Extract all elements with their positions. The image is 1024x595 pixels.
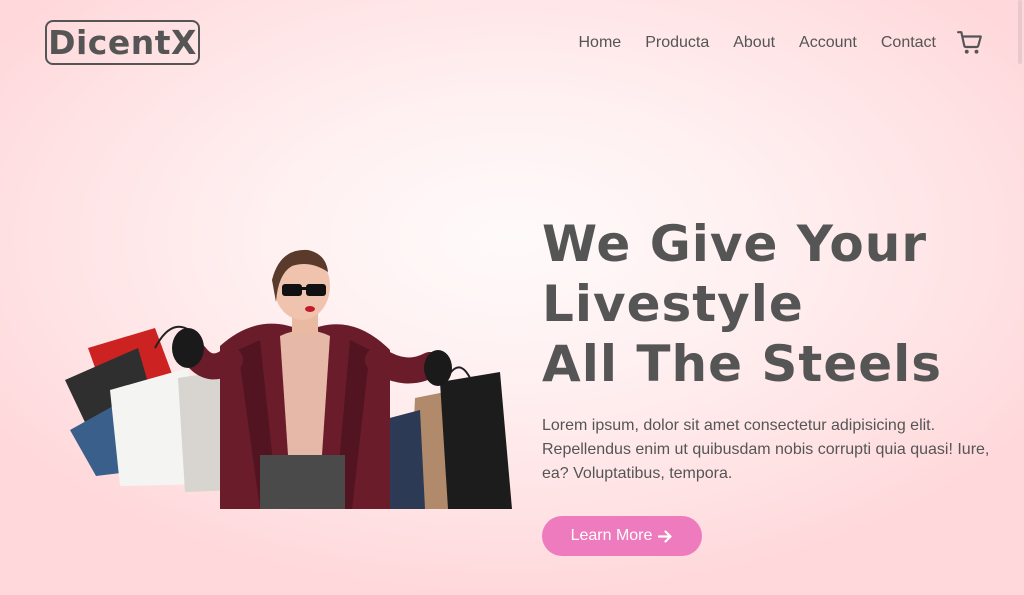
hero-title-line-1: We Give Your bbox=[542, 215, 927, 273]
nav-products[interactable]: Producta bbox=[645, 34, 709, 52]
nav-about[interactable]: About bbox=[733, 34, 775, 52]
nav-contact[interactable]: Contact bbox=[881, 34, 936, 52]
main-nav: Home Producta About Account Contact bbox=[555, 29, 985, 57]
logo[interactable]: DicentX bbox=[45, 20, 200, 65]
hero-title: We Give Your Livestyle All The Steels bbox=[542, 214, 1002, 394]
arrow-right-icon bbox=[658, 529, 673, 543]
hero-title-line-2: Livestyle bbox=[542, 275, 804, 333]
nav-account[interactable]: Account bbox=[799, 34, 857, 52]
shopping-woman-image bbox=[60, 240, 512, 509]
hero-description: Lorem ipsum, dolor sit amet consectetur … bbox=[542, 417, 990, 482]
scrollbar[interactable] bbox=[1018, 0, 1022, 64]
cart-icon[interactable] bbox=[956, 29, 984, 57]
hero-title-line-3: All The Steels bbox=[542, 335, 943, 393]
learn-more-button[interactable]: Learn More bbox=[542, 516, 702, 556]
nav-home[interactable]: Home bbox=[579, 34, 622, 52]
learn-more-label: Learn More bbox=[570, 527, 653, 544]
